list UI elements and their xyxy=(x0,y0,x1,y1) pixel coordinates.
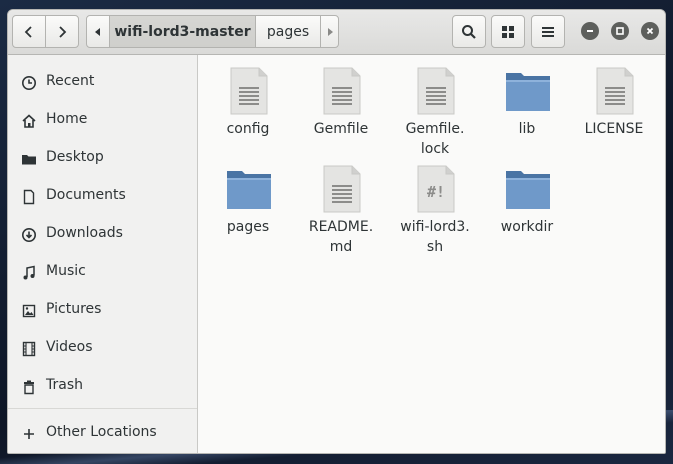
text-file-icon xyxy=(323,67,361,115)
file-item-workdir[interactable]: workdir xyxy=(481,165,573,263)
file-manager-window: wifi-lord3-master pages Recent Home Desk… xyxy=(7,9,666,454)
back-button[interactable] xyxy=(12,15,46,48)
close-button[interactable] xyxy=(641,22,659,40)
file-item-config[interactable]: config xyxy=(202,67,294,165)
clock-icon xyxy=(20,74,38,92)
file-item-gemfile-lock[interactable]: Gemfile. lock xyxy=(389,67,481,165)
sidebar-item-music[interactable]: Music xyxy=(8,255,197,291)
places-sidebar: Recent Home Desktop Documents Downloads … xyxy=(8,55,198,453)
document-icon xyxy=(20,188,38,206)
text-file-icon xyxy=(323,165,361,213)
text-file-icon xyxy=(596,67,634,115)
forward-button[interactable] xyxy=(45,15,79,48)
sidebar-item-pictures[interactable]: Pictures xyxy=(8,293,197,329)
sidebar-item-label: Home xyxy=(46,111,88,127)
sidebar-item-home[interactable]: Home xyxy=(8,103,197,139)
sidebar-item-label: Trash xyxy=(46,377,83,393)
minimize-icon xyxy=(587,30,593,32)
file-name: LICENSE xyxy=(584,121,644,137)
header-bar: wifi-lord3-master pages xyxy=(8,10,665,55)
file-item-license[interactable]: LICENSE xyxy=(568,67,660,165)
svg-text:#!: #! xyxy=(427,183,445,201)
text-file-icon xyxy=(230,67,268,115)
music-note-icon xyxy=(20,264,38,282)
file-name: config xyxy=(226,121,270,137)
file-item-readme[interactable]: README. md xyxy=(295,165,387,263)
search-button[interactable] xyxy=(452,15,486,48)
film-icon xyxy=(20,340,38,358)
file-name: lib xyxy=(518,121,536,137)
path-bar: wifi-lord3-master pages xyxy=(86,15,339,48)
trash-icon xyxy=(20,378,38,396)
minimize-button[interactable] xyxy=(581,22,599,40)
maximize-button[interactable] xyxy=(611,22,629,40)
path-scroll-left-button[interactable] xyxy=(86,15,110,48)
triangle-right-icon xyxy=(327,27,333,36)
sidebar-separator xyxy=(8,408,197,409)
folder-icon xyxy=(506,171,550,209)
grid-icon xyxy=(502,25,514,38)
triangle-left-icon xyxy=(95,27,100,36)
plus-icon xyxy=(20,425,38,443)
file-item-script[interactable]: #! wifi-lord3. sh xyxy=(389,165,481,263)
sidebar-item-documents[interactable]: Documents xyxy=(8,179,197,215)
path-current-folder[interactable]: wifi-lord3-master xyxy=(109,15,256,48)
sidebar-item-other-locations[interactable]: Other Locations xyxy=(8,416,197,452)
download-icon xyxy=(20,226,38,244)
file-item-lib[interactable]: lib xyxy=(481,67,573,165)
sidebar-item-label: Documents xyxy=(46,187,126,203)
folder-icon xyxy=(20,150,38,168)
file-name: README. md xyxy=(308,219,374,255)
maximize-icon xyxy=(616,27,624,35)
hamburger-menu-icon xyxy=(542,26,554,37)
file-name: Gemfile. lock xyxy=(405,121,465,157)
file-item-gemfile[interactable]: Gemfile xyxy=(295,67,387,165)
sidebar-item-label: Recent xyxy=(46,73,95,89)
path-child-folder[interactable]: pages xyxy=(255,15,321,48)
sidebar-item-label: Other Locations xyxy=(46,424,157,440)
sidebar-item-recent[interactable]: Recent xyxy=(8,65,197,101)
folder-icon xyxy=(227,171,271,209)
folder-icon xyxy=(506,73,550,111)
file-name: wifi-lord3. sh xyxy=(400,219,470,255)
navigation-buttons xyxy=(12,15,79,48)
sidebar-item-label: Desktop xyxy=(46,149,104,165)
script-file-icon: #! xyxy=(417,165,455,213)
text-file-icon xyxy=(417,67,455,115)
file-view: config Gemfile Gemfile. lock lib LICENSE… xyxy=(198,55,665,453)
close-icon xyxy=(646,27,654,35)
sidebar-item-label: Downloads xyxy=(46,225,123,241)
sidebar-item-downloads[interactable]: Downloads xyxy=(8,217,197,253)
picture-icon xyxy=(20,302,38,320)
search-icon xyxy=(462,24,476,39)
file-name: workdir xyxy=(500,219,554,235)
file-name: Gemfile xyxy=(313,121,369,137)
file-item-pages[interactable]: pages xyxy=(202,165,294,263)
sidebar-item-desktop[interactable]: Desktop xyxy=(8,141,197,177)
view-mode-button[interactable] xyxy=(491,15,525,48)
path-scroll-right-button[interactable] xyxy=(320,15,339,48)
menu-button[interactable] xyxy=(531,15,565,48)
sidebar-item-label: Videos xyxy=(46,339,93,355)
chevron-right-icon xyxy=(59,25,67,38)
sidebar-item-label: Music xyxy=(46,263,86,279)
chevron-left-icon xyxy=(24,25,32,38)
file-name: pages xyxy=(226,219,270,235)
home-icon xyxy=(20,112,38,130)
sidebar-item-videos[interactable]: Videos xyxy=(8,331,197,367)
sidebar-item-label: Pictures xyxy=(46,301,102,317)
sidebar-item-trash[interactable]: Trash xyxy=(8,369,197,405)
